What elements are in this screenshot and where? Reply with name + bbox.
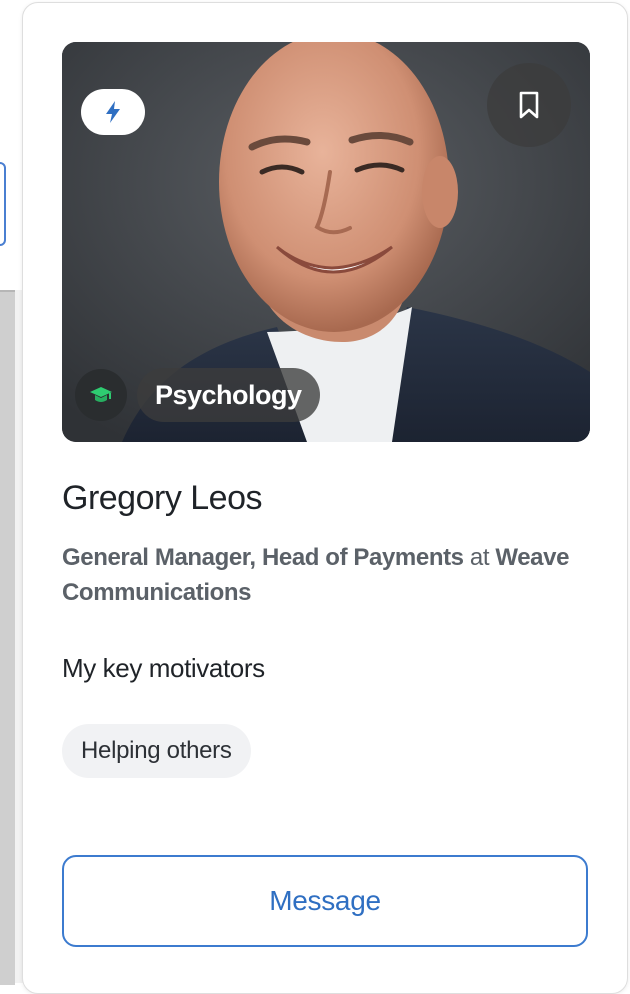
role-title: General Manager, Head of Payments (62, 544, 464, 571)
motivator-chip: Helping others (62, 724, 251, 778)
message-button[interactable]: Message (62, 855, 588, 947)
motivators-heading: My key motivators (62, 653, 265, 683)
bookmark-icon (519, 91, 539, 119)
profile-name[interactable]: Gregory Leos (62, 479, 263, 518)
role-connector: at (469, 544, 490, 571)
boost-badge (81, 89, 145, 135)
bookmark-button[interactable] (487, 63, 571, 147)
topic-label: Psychology (137, 368, 320, 422)
topic-icon-badge (75, 369, 127, 421)
topic-tag: Psychology (75, 366, 320, 424)
profile-photo[interactable]: Psychology (62, 42, 590, 442)
background-scrollbar[interactable] (0, 290, 15, 985)
background-input-edge[interactable] (0, 162, 6, 246)
profile-card[interactable]: Psychology Gregory Leos General Manager,… (22, 2, 628, 994)
lightning-icon (106, 101, 120, 123)
background-page-strip (0, 0, 16, 290)
profile-role: General Manager, Head of Payments at Wea… (62, 540, 607, 610)
graduation-cap-icon (90, 387, 112, 402)
